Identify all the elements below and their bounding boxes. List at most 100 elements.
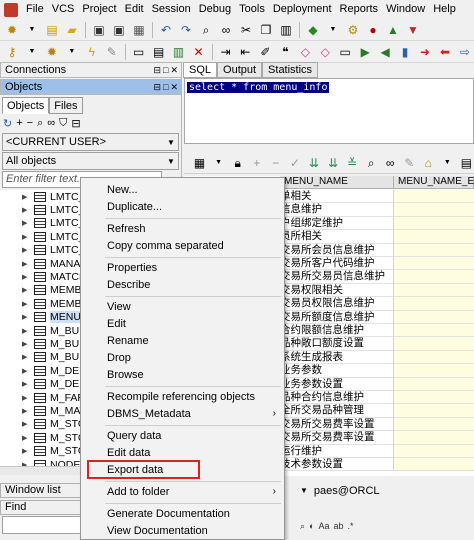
- table-cell-menu-name[interactable]: 运行维护: [280, 444, 394, 458]
- find-icon[interactable]: ⌕: [197, 21, 215, 39]
- expand-icon[interactable]: ▶: [22, 246, 30, 254]
- menu-item-drop[interactable]: Drop: [81, 350, 284, 366]
- menu-item-properties[interactable]: Properties: [81, 260, 284, 276]
- menu-item-rename[interactable]: Rename: [81, 333, 284, 349]
- print-icon[interactable]: ▦: [130, 21, 148, 39]
- rollback-icon[interactable]: ▼: [404, 21, 422, 39]
- dropdown-arrow-icon[interactable]: ▼: [23, 43, 41, 61]
- user-selector[interactable]: <CURRENT USER> ▼: [2, 133, 179, 151]
- table-cell-menu-name[interactable]: 交易员权限信息维护: [280, 297, 394, 311]
- menu-debug[interactable]: Debug: [195, 0, 235, 19]
- table-cell-menu-name-en[interactable]: [394, 190, 474, 204]
- table-cell-menu-name-en[interactable]: [394, 324, 474, 338]
- table-cell-menu-name-en[interactable]: [394, 417, 474, 432]
- find-icon[interactable]: ⌕: [37, 117, 43, 130]
- expand-icon[interactable]: ▶: [22, 233, 30, 241]
- expand-icon[interactable]: ▶: [22, 394, 30, 402]
- menu-help[interactable]: Help: [429, 0, 460, 19]
- close-window-icon[interactable]: ✕: [190, 43, 208, 61]
- table-cell-menu-name[interactable]: 交易所交易费率设置: [280, 431, 394, 445]
- expand-icon[interactable]: ▶: [22, 219, 30, 227]
- table-cell-menu-name[interactable]: 品种敞口额度设置: [280, 337, 394, 351]
- tab-statistics[interactable]: Statistics: [262, 62, 319, 78]
- eraser2-icon[interactable]: ◇: [316, 43, 334, 61]
- expand-icon[interactable]: ▶: [22, 340, 30, 348]
- tab-sql[interactable]: SQL: [183, 62, 218, 78]
- table-cell-menu-name-en[interactable]: [394, 377, 474, 391]
- pin-icon[interactable]: ⊟: [153, 65, 161, 76]
- export-icon[interactable]: ⌂: [421, 154, 436, 172]
- table-cell-menu-name-en[interactable]: [394, 391, 474, 405]
- bookmark-icon[interactable]: ▭: [336, 43, 354, 61]
- paste-icon[interactable]: ▥: [277, 21, 295, 39]
- open-folder-icon[interactable]: ▰: [63, 21, 81, 39]
- copy-icon[interactable]: ❐: [257, 21, 275, 39]
- float-icon[interactable]: □: [163, 82, 168, 93]
- menu-item-edit-data[interactable]: Edit data: [81, 445, 284, 461]
- binoculars-icon[interactable]: ∞: [217, 21, 235, 39]
- table-cell-menu-name-en[interactable]: [394, 458, 474, 472]
- menu-item-copy-comma-separated[interactable]: Copy comma separated: [81, 238, 284, 254]
- comment-icon[interactable]: ❝: [276, 43, 294, 61]
- find-next-icon[interactable]: ⌕: [300, 521, 305, 532]
- key-icon[interactable]: ⚷: [3, 43, 21, 61]
- column-header-menu-name[interactable]: MENU_NAME: [280, 176, 394, 189]
- menu-vcs[interactable]: VCS: [48, 0, 79, 19]
- table-cell-menu-name[interactable]: 信息维护: [280, 203, 394, 217]
- new-document-icon[interactable]: ▤: [43, 21, 61, 39]
- execute-icon[interactable]: ⚙: [344, 21, 362, 39]
- table-cell-menu-name-en[interactable]: [394, 431, 474, 445]
- regex-icon[interactable]: .*: [348, 521, 354, 531]
- jump-icon[interactable]: ⇨: [456, 43, 474, 61]
- expand-icon[interactable]: ▶: [22, 260, 30, 268]
- menu-item-view[interactable]: View: [81, 299, 284, 315]
- table-cell-menu-name-en[interactable]: [394, 337, 474, 351]
- forward-arrow-icon[interactable]: ➜: [416, 43, 434, 61]
- sql-editor[interactable]: select * from menu_info: [184, 78, 474, 144]
- table-cell-menu-name-en[interactable]: [394, 203, 474, 217]
- expand-icon[interactable]: ▶: [22, 286, 30, 294]
- chevron-down-icon[interactable]: ▼: [300, 484, 308, 498]
- tab-files[interactable]: Files: [49, 97, 83, 114]
- table-cell-menu-name[interactable]: 全所交易品种管理: [280, 404, 394, 418]
- table-cell-menu-name[interactable]: 交易所会员信息维护: [280, 243, 394, 257]
- table-cell-menu-name[interactable]: 技术参数设置: [280, 458, 394, 472]
- menu-item-generate-documentation[interactable]: Generate Documentation: [81, 506, 284, 522]
- expand-icon[interactable]: ▶: [22, 447, 30, 455]
- object-type-selector[interactable]: All objects ▼: [2, 152, 179, 170]
- redo-icon[interactable]: ↷: [177, 21, 195, 39]
- table-cell-menu-name-en[interactable]: [394, 216, 474, 231]
- binoculars-icon[interactable]: ∞: [47, 117, 55, 130]
- table-cell-menu-name[interactable]: 系统生成报表: [280, 350, 394, 365]
- save-all-icon[interactable]: ▣: [110, 21, 128, 39]
- save-icon[interactable]: ▣: [90, 21, 108, 39]
- expand-icon[interactable]: ▶: [22, 327, 30, 335]
- menu-item-add-to-folder[interactable]: Add to folder ›: [81, 484, 284, 500]
- table-cell-menu-name[interactable]: 交易所客户代码维护: [280, 257, 394, 271]
- pin-icon[interactable]: ⊟: [153, 82, 161, 93]
- word-icon[interactable]: ab: [334, 521, 344, 531]
- table-cell-menu-name[interactable]: 户组绑定维护: [280, 216, 394, 231]
- menu-tools[interactable]: Tools: [235, 0, 269, 19]
- table-cell-menu-name[interactable]: 交易所额度信息维护: [280, 310, 394, 324]
- lightning-icon[interactable]: ϟ: [83, 43, 101, 61]
- unindent-icon[interactable]: ⇤: [236, 43, 254, 61]
- table-cell-menu-name[interactable]: 交易所交易员信息维护: [280, 270, 394, 284]
- tab-objects[interactable]: Objects: [2, 97, 50, 114]
- expand-icon[interactable]: ▶: [22, 273, 30, 281]
- stop-icon[interactable]: ●: [364, 21, 382, 39]
- next-bookmark-icon[interactable]: ▶: [356, 43, 374, 61]
- table-cell-menu-name-en[interactable]: [394, 297, 474, 311]
- table-cell-menu-name-en[interactable]: [394, 243, 474, 257]
- table-cell-menu-name[interactable]: 业务参数: [280, 364, 394, 378]
- clear-icon[interactable]: ✎: [402, 154, 417, 172]
- collapse-icon[interactable]: ⊟: [71, 117, 80, 130]
- compile-icon[interactable]: ▮: [396, 43, 414, 61]
- tools-icon[interactable]: ✎: [103, 43, 121, 61]
- delete-row-icon[interactable]: −: [268, 154, 283, 172]
- menu-deployment[interactable]: Deployment: [269, 0, 336, 19]
- last-record-icon[interactable]: ⇊: [325, 154, 340, 172]
- dropdown-arrow-icon[interactable]: ▼: [63, 43, 81, 61]
- grid-icon[interactable]: ▦: [192, 154, 207, 172]
- lock-icon[interactable]: 🔒︎: [230, 154, 245, 172]
